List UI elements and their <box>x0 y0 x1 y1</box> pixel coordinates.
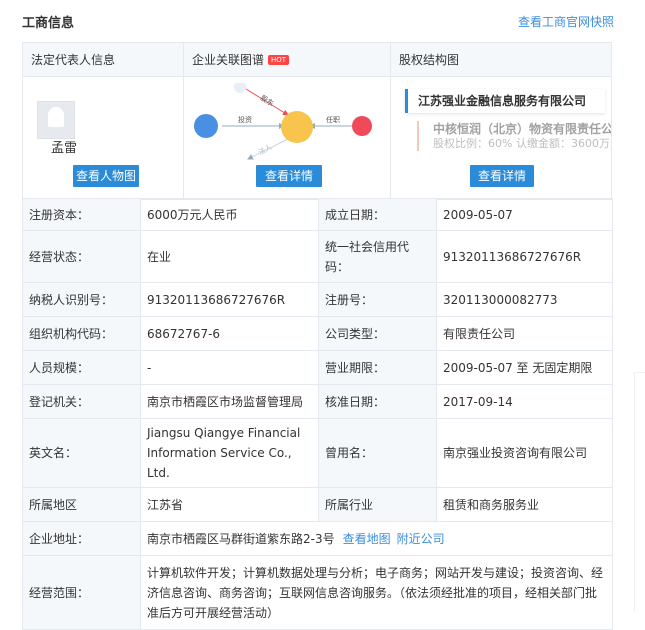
address-cell: 南京市栖霞区马群街道紫东路2-3号 查看地图 附近公司 <box>140 521 613 556</box>
view-equity-details-button[interactable]: 查看详情 <box>470 165 534 187</box>
legal-rep-title: 法定代表人信息 <box>23 43 183 77</box>
table-row: 经营范围： 计算机软件开发；计算机数据处理与分析；电子商务；网站开发与建设；投资… <box>22 555 613 630</box>
equity-shareholder-node: 中核恒润（北京）物资有限责任公司 股权比例：60% 认缴金额：3600万元 <box>417 121 611 151</box>
equity-structure-card: 股权结构图 江苏强业金融信息服务有限公司 中核恒润（北京）物资有限责任公司 股权… <box>390 43 611 199</box>
legal-rep-card: 法定代表人信息 孟雷 查看人物图 <box>23 43 183 199</box>
relation-graph-card: 企业关联图谱 HOT 投资 任职 股东 法人 查看详情 <box>183 43 390 199</box>
business-info-table: 注册资本： 6000万元人民币 成立日期： 2009-05-07 经营状态： 在… <box>22 198 613 630</box>
snapshot-link[interactable]: 查看工商官网快照 <box>518 13 614 30</box>
authority-label: 登记机关： <box>22 384 141 419</box>
region-label: 所属地区 <box>22 487 141 522</box>
equity-company-node: 江苏强业金融信息服务有限公司 <box>405 89 605 113</box>
term-value: 2009-05-07 至 无固定期限 <box>436 350 613 385</box>
authority-value: 南京市栖霞区市场监督管理局 <box>140 384 319 419</box>
staff-label: 人员规模： <box>22 350 141 385</box>
equity-shareholder-info: 股权比例：60% 认缴金额：3600万元 <box>433 137 611 150</box>
hot-badge: HOT <box>268 55 290 65</box>
taxpayer-label: 纳税人识别号： <box>22 282 141 317</box>
term-label: 营业期限： <box>318 350 437 385</box>
approve-value: 2017-09-14 <box>436 384 613 419</box>
table-row: 注册资本： 6000万元人民币 成立日期： 2009-05-07 <box>22 198 613 231</box>
legal-rep-name[interactable]: 孟雷 <box>51 137 77 156</box>
business-info-page: 工商信息 查看工商官网快照 法定代表人信息 孟雷 查看人物图 企业关联图谱 HOT <box>0 0 645 630</box>
table-row: 经营状态： 在业 统一社会信用代码： 91320113686727676R <box>22 230 613 283</box>
summary-panel: 法定代表人信息 孟雷 查看人物图 企业关联图谱 HOT 投资 任职 股东 法人 … <box>22 42 612 200</box>
status-value: 在业 <box>140 230 319 283</box>
adjacent-panel-edge <box>634 372 645 612</box>
reg-capital-value: 6000万元人民币 <box>140 198 319 231</box>
view-graph-details-button[interactable]: 查看详情 <box>256 165 322 187</box>
edge-invest-label: 投资 <box>238 115 252 124</box>
table-row: 组织机构代码： 68672767-6 公司类型： 有限责任公司 <box>22 316 613 351</box>
section-title: 工商信息 <box>22 16 75 31</box>
approve-label: 核准日期： <box>318 384 437 419</box>
graph-node-left <box>194 114 218 138</box>
company-type-value: 有限责任公司 <box>436 316 613 351</box>
relation-graph-thumbnail[interactable]: 投资 任职 股东 法人 <box>192 83 384 161</box>
relation-graph-title: 企业关联图谱 <box>192 53 265 67</box>
graph-node-right <box>352 116 372 136</box>
former-name-label: 曾用名： <box>318 418 437 488</box>
en-name-value: Jiangsu Qiangye Financial Information Se… <box>140 418 319 488</box>
view-person-graph-button[interactable]: 查看人物图 <box>73 165 139 187</box>
reg-no-label: 注册号： <box>318 282 437 317</box>
scope-value: 计算机软件开发；计算机数据处理与分析；电子商务；网站开发与建设；投资咨询、经济信… <box>140 555 613 630</box>
table-row: 纳税人识别号： 91320113686727676R 注册号： 32011300… <box>22 282 613 317</box>
nearby-companies-link[interactable]: 附近公司 <box>397 532 445 546</box>
graph-node-main <box>281 111 313 143</box>
equity-structure-title: 股权结构图 <box>391 43 611 77</box>
table-row: 登记机关： 南京市栖霞区市场监督管理局 核准日期： 2017-09-14 <box>22 384 613 419</box>
table-row: 英文名： Jiangsu Qiangye Financial Informati… <box>22 418 613 488</box>
scope-label: 经营范围： <box>22 555 141 630</box>
credit-code-value: 91320113686727676R <box>436 230 613 283</box>
staff-value: - <box>140 350 319 385</box>
avatar <box>37 101 75 139</box>
table-row: 人员规模： - 营业期限： 2009-05-07 至 无固定期限 <box>22 350 613 385</box>
company-type-label: 公司类型： <box>318 316 437 351</box>
graph-node-top <box>234 83 246 93</box>
region-value: 江苏省 <box>140 487 319 522</box>
table-row: 所属地区 江苏省 所属行业 租赁和商务服务业 <box>22 487 613 522</box>
equity-shareholder-name: 中核恒润（北京）物资有限责任公司 <box>433 122 611 136</box>
status-label: 经营状态： <box>22 230 141 283</box>
org-code-label: 组织机构代码： <box>22 316 141 351</box>
table-row: 企业地址： 南京市栖霞区马群街道紫东路2-3号 查看地图 附近公司 <box>22 521 613 556</box>
found-date-value: 2009-05-07 <box>436 198 613 231</box>
person-silhouette-icon <box>48 107 64 127</box>
edge-appoint-label: 任职 <box>326 115 340 124</box>
credit-code-label: 统一社会信用代码： <box>318 230 437 283</box>
address-value: 南京市栖霞区马群街道紫东路2-3号 <box>147 531 335 546</box>
relation-graph-header: 企业关联图谱 HOT <box>184 43 390 77</box>
found-date-label: 成立日期： <box>318 198 437 231</box>
view-map-link[interactable]: 查看地图 <box>343 532 391 546</box>
reg-capital-label: 注册资本： <box>22 198 141 231</box>
edge-lower-label: 法人 <box>257 142 274 157</box>
former-name-value: 南京强业投资咨询有限公司 <box>436 418 613 488</box>
taxpayer-value: 91320113686727676R <box>140 282 319 317</box>
industry-label: 所属行业 <box>318 487 437 522</box>
en-name-label: 英文名： <box>22 418 141 488</box>
org-code-value: 68672767-6 <box>140 316 319 351</box>
address-label: 企业地址： <box>22 521 141 556</box>
reg-no-value: 320113000082773 <box>436 282 613 317</box>
industry-value: 租赁和商务服务业 <box>436 487 613 522</box>
section-header: 工商信息 查看工商官网快照 <box>22 12 622 34</box>
